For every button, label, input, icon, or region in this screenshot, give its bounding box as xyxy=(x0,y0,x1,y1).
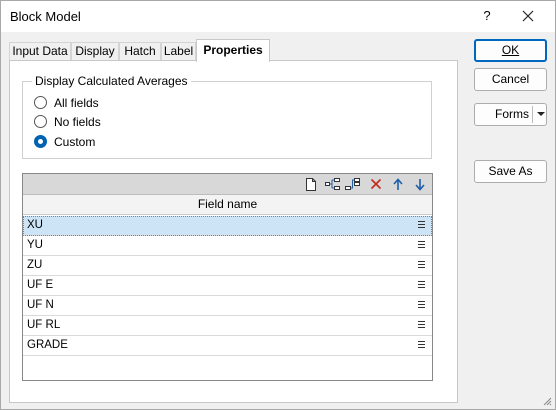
insert-row-button[interactable] xyxy=(323,176,341,193)
field-name-cell[interactable]: UF RL xyxy=(27,319,60,331)
table-row[interactable]: YU xyxy=(23,236,432,256)
table-row[interactable]: ZU xyxy=(23,256,432,276)
close-button[interactable] xyxy=(513,5,543,27)
radio-circle xyxy=(34,96,47,109)
properties-panel: Display Calculated Averages All fields N… xyxy=(9,60,458,403)
help-button[interactable]: ? xyxy=(474,5,500,27)
ok-label: OK xyxy=(501,43,520,57)
block-model-dialog: Block Model ? Input Data Display Hatch L… xyxy=(0,0,556,410)
title-bar: Block Model ? xyxy=(1,1,555,32)
drag-handle-icon[interactable] xyxy=(418,241,425,249)
cancel-button[interactable]: Cancel xyxy=(474,68,547,91)
group-title: Display Calculated Averages xyxy=(32,74,191,88)
add-row-icon xyxy=(345,178,360,190)
add-row-button[interactable] xyxy=(343,176,361,193)
radio-label: Custom xyxy=(54,135,96,149)
insert-row-icon xyxy=(325,178,340,190)
split-divider xyxy=(532,106,533,123)
save-as-button[interactable]: Save As xyxy=(474,160,547,183)
new-icon xyxy=(306,178,316,191)
ok-button[interactable]: OK xyxy=(474,39,547,62)
field-name-column-header[interactable]: Field name xyxy=(23,195,432,215)
tab-display[interactable]: Display xyxy=(71,42,119,61)
field-name-cell[interactable]: GRADE xyxy=(27,339,68,351)
radio-label: All fields xyxy=(54,96,99,110)
display-calculated-averages-group: Display Calculated Averages All fields N… xyxy=(22,74,432,159)
close-icon xyxy=(522,10,534,22)
drag-handle-icon[interactable] xyxy=(418,221,425,229)
grid-toolbar xyxy=(23,174,432,195)
field-name-cell[interactable]: UF N xyxy=(27,299,54,311)
forms-button[interactable]: Forms xyxy=(474,103,547,126)
radio-label: No fields xyxy=(54,115,101,129)
forms-label: Forms xyxy=(495,107,529,121)
field-name-cell[interactable]: UF E xyxy=(27,279,53,291)
delete-button[interactable] xyxy=(368,176,386,193)
table-row[interactable]: XU xyxy=(23,216,432,236)
table-row[interactable]: UF N xyxy=(23,296,432,316)
drag-handle-icon[interactable] xyxy=(418,341,425,349)
drag-handle-icon[interactable] xyxy=(418,301,425,309)
fields-grid: Field name XU YU ZU UF E UF N UF RL GRAD… xyxy=(22,173,433,381)
tab-input-data[interactable]: Input Data xyxy=(9,42,71,61)
save-as-label: Save As xyxy=(488,164,533,178)
field-name-cell[interactable]: ZU xyxy=(27,259,42,271)
move-up-icon xyxy=(393,178,403,190)
tab-properties[interactable]: Properties xyxy=(196,39,270,62)
resize-grip-icon[interactable] xyxy=(542,396,552,406)
radio-circle xyxy=(34,115,47,128)
table-row[interactable]: UF E xyxy=(23,276,432,296)
cancel-label: Cancel xyxy=(491,72,530,86)
radio-circle xyxy=(34,135,47,148)
drag-handle-icon[interactable] xyxy=(418,281,425,289)
new-button[interactable] xyxy=(303,176,321,193)
delete-icon xyxy=(370,178,382,190)
table-row[interactable]: UF RL xyxy=(23,316,432,336)
window-title: Block Model xyxy=(10,9,81,24)
table-row[interactable]: GRADE xyxy=(23,336,432,356)
move-down-icon xyxy=(415,179,425,191)
field-name-cell[interactable]: XU xyxy=(27,219,43,231)
chevron-down-icon[interactable] xyxy=(537,112,545,116)
move-up-button[interactable] xyxy=(390,176,408,193)
drag-handle-icon[interactable] xyxy=(418,261,425,269)
field-name-cell[interactable]: YU xyxy=(27,239,43,251)
drag-handle-icon[interactable] xyxy=(418,321,425,329)
tab-label[interactable]: Label xyxy=(161,42,196,61)
tab-hatch[interactable]: Hatch xyxy=(119,42,161,61)
move-down-button[interactable] xyxy=(412,176,430,193)
